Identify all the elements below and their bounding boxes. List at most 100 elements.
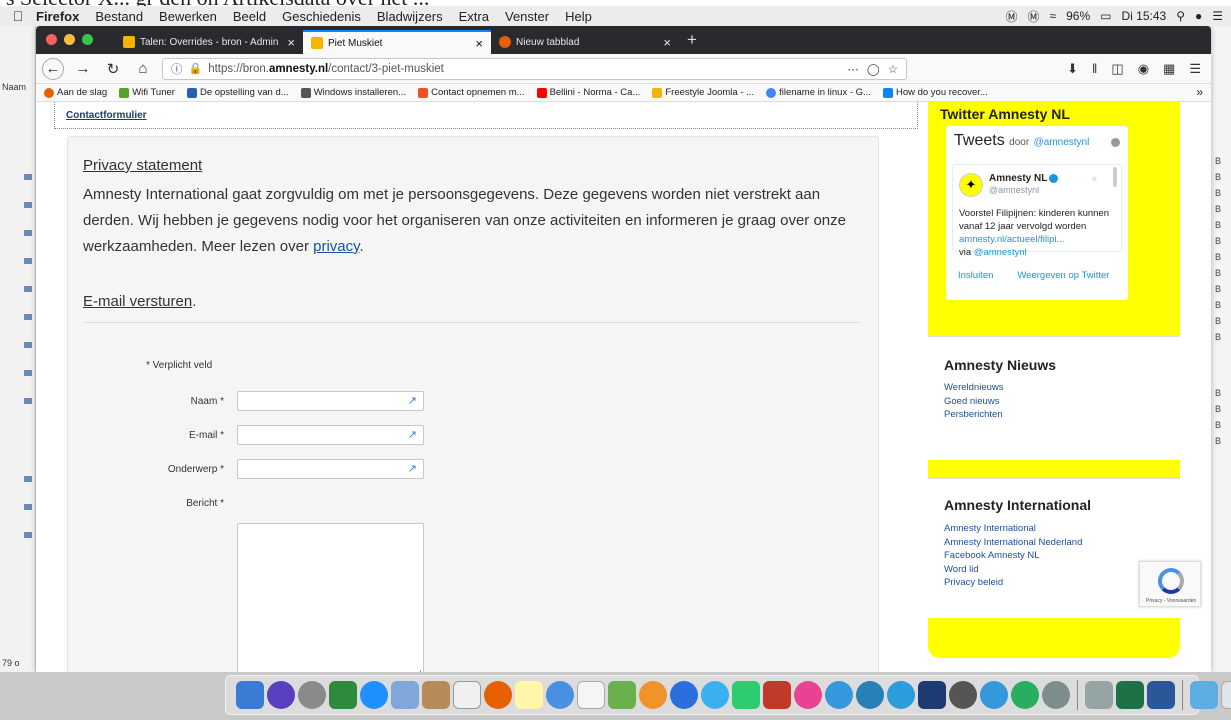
forward-button[interactable]: → [72, 58, 94, 80]
name-input[interactable]: ↗ [237, 391, 424, 411]
bookmark-windows-installeren[interactable]: Windows installeren... [300, 87, 406, 98]
bookmark-wifi-tuner[interactable]: Wifi Tuner [119, 87, 175, 98]
preview-icon[interactable] [391, 681, 419, 709]
menu-bewerken[interactable]: Bewerken [159, 9, 217, 24]
mission-control-icon[interactable] [329, 681, 357, 709]
bookmark-freestyle-joomla[interactable]: Freestyle Joomla - ... [652, 87, 754, 98]
back-button[interactable]: ← [42, 57, 64, 80]
page-actions-icon[interactable]: ⋯ [847, 62, 859, 76]
menu-bladwijzers[interactable]: Bladwijzers [377, 9, 443, 24]
siri-icon[interactable]: ● [1195, 9, 1202, 23]
embed-link[interactable]: Insluiten [958, 270, 993, 281]
trash-icon[interactable] [1221, 681, 1231, 709]
close-tab-icon[interactable]: × [287, 35, 295, 50]
autofill-key-icon[interactable]: ↗ [408, 462, 417, 475]
menu-beeld[interactable]: Beeld [233, 9, 266, 24]
minimize-window-button[interactable] [64, 34, 75, 45]
disk-utility-icon[interactable] [546, 681, 574, 709]
close-tab-icon[interactable]: × [475, 36, 483, 51]
intl-link-word-lid[interactable]: Word lid [944, 563, 1082, 577]
recaptcha-text[interactable]: Privacy - Voorwaarden [1146, 598, 1196, 604]
tab-piet-muskiet[interactable]: Piet Muskiet × [303, 30, 491, 54]
bookmark-aan-de-slag[interactable]: Aan de slag [44, 87, 107, 98]
downloads-icon[interactable]: ⬇ [1067, 61, 1078, 77]
news-link-wereldnieuws[interactable]: Wereldnieuws [944, 381, 1004, 395]
intl-link-privacy-beleid[interactable]: Privacy beleid [944, 576, 1082, 590]
tweets-handle-link[interactable]: @amnestynl [1034, 137, 1090, 148]
contacts-icon[interactable] [422, 681, 450, 709]
apple-icon[interactable]:  [0, 8, 36, 24]
app-store-icon[interactable] [856, 681, 884, 709]
word-icon[interactable] [1147, 681, 1175, 709]
lock-icon[interactable]: 🔒 [189, 62, 203, 75]
message-textarea[interactable] [237, 523, 424, 672]
reload-button[interactable]: ↻ [102, 58, 124, 80]
breadcrumb-contactformulier[interactable]: Contactformulier [54, 102, 918, 129]
bookmark-opstelling[interactable]: De opstelling van d... [186, 87, 289, 98]
wifi-icon[interactable]: ≈ [1050, 9, 1057, 23]
menu-bestand[interactable]: Bestand [95, 9, 143, 24]
library-icon[interactable]: ‖ [1092, 61, 1097, 77]
github-icon[interactable] [949, 681, 977, 709]
intl-link-facebook[interactable]: Facebook Amnesty NL [944, 549, 1082, 563]
tab-nieuw-tabblad[interactable]: Nieuw tabblad × [491, 30, 679, 54]
teamviewer-icon[interactable] [980, 681, 1008, 709]
tweet-card[interactable]: ✦ Amnesty NL @amnestynl ● Voorstel Filip… [952, 164, 1122, 258]
clock[interactable]: Di 15:43 [1121, 9, 1166, 23]
sidebar-icon[interactable]: ◫ [1111, 61, 1123, 77]
filezilla-icon[interactable] [763, 681, 791, 709]
m-app-icon[interactable]: Ⓜ [1028, 8, 1040, 25]
zoom-window-button[interactable] [82, 34, 93, 45]
battery-icon[interactable]: ▭ [1100, 9, 1111, 23]
recaptcha-badge[interactable]: Privacy - Voorwaarden [1139, 561, 1201, 607]
menu-hamburger-icon[interactable]: ☰ [1189, 61, 1201, 77]
menu-extra[interactable]: Extra [459, 9, 489, 24]
close-tab-icon[interactable]: × [663, 35, 671, 50]
more-bookmarks-icon[interactable]: » [1196, 85, 1203, 99]
notification-center-icon[interactable]: ☰ [1212, 9, 1223, 23]
firefox-icon[interactable] [484, 681, 512, 709]
bookmark-contact-opnemen[interactable]: Contact opnemen m... [418, 87, 525, 98]
menu-geschiedenis[interactable]: Geschiedenis [282, 9, 361, 24]
autofill-key-icon[interactable]: ↗ [408, 428, 417, 441]
calendar-icon[interactable] [453, 681, 481, 709]
photos-icon[interactable] [639, 681, 667, 709]
system-icon[interactable] [825, 681, 853, 709]
accessibility-icon[interactable]: Ⓜ [1005, 8, 1017, 25]
tweet-link[interactable]: amnesty.nl/actueel/filipi... [959, 234, 1064, 245]
tweet-scrollbar[interactable] [1113, 167, 1117, 187]
downloads-folder-icon[interactable] [1190, 681, 1218, 709]
launchpad-icon[interactable] [298, 681, 326, 709]
siri-icon[interactable] [267, 681, 295, 709]
battery-percent[interactable]: 96% [1066, 9, 1090, 23]
pocket-icon[interactable]: ◯ [867, 62, 880, 76]
menu-help[interactable]: Help [565, 9, 592, 24]
excel-icon[interactable] [1116, 681, 1144, 709]
tweet-via-link[interactable]: @amnestynl [974, 247, 1027, 258]
transfer-icon[interactable] [670, 681, 698, 709]
itunes-icon[interactable] [794, 681, 822, 709]
new-tab-button[interactable]: + [679, 30, 705, 54]
facetime-icon[interactable] [732, 681, 760, 709]
notes-icon[interactable] [515, 681, 543, 709]
view-on-twitter-link[interactable]: Weergeven op Twitter [1017, 270, 1109, 281]
info-icon[interactable] [1111, 138, 1120, 147]
subject-input[interactable]: ↗ [237, 459, 424, 479]
menu-firefox[interactable]: Firefox [36, 9, 79, 24]
tab-talen-overrides[interactable]: Talen: Overrides - bron - Admin × [115, 30, 303, 54]
news-link-persberichten[interactable]: Persberichten [944, 408, 1004, 422]
finder-icon[interactable] [236, 681, 264, 709]
system-preferences-icon[interactable] [1042, 681, 1070, 709]
home-button[interactable]: ⌂ [132, 58, 154, 80]
url-bar[interactable]: ⓘ 🔒 https://bron.amnesty.nl/contact/3-pi… [162, 57, 907, 80]
news-link-goed-nieuws[interactable]: Goed nieuws [944, 395, 1004, 409]
safari-icon[interactable] [360, 681, 388, 709]
menu-venster[interactable]: Venster [505, 9, 549, 24]
messages-icon[interactable] [701, 681, 729, 709]
info-icon[interactable]: ⓘ [171, 61, 183, 77]
bookmark-filename-linux[interactable]: filename in linux - G... [766, 87, 871, 98]
photos-booth-icon[interactable] [608, 681, 636, 709]
privacy-link[interactable]: privacy [313, 238, 359, 255]
email-input[interactable]: ↗ [237, 425, 424, 445]
bookmark-star-icon[interactable]: ☆ [888, 62, 898, 76]
